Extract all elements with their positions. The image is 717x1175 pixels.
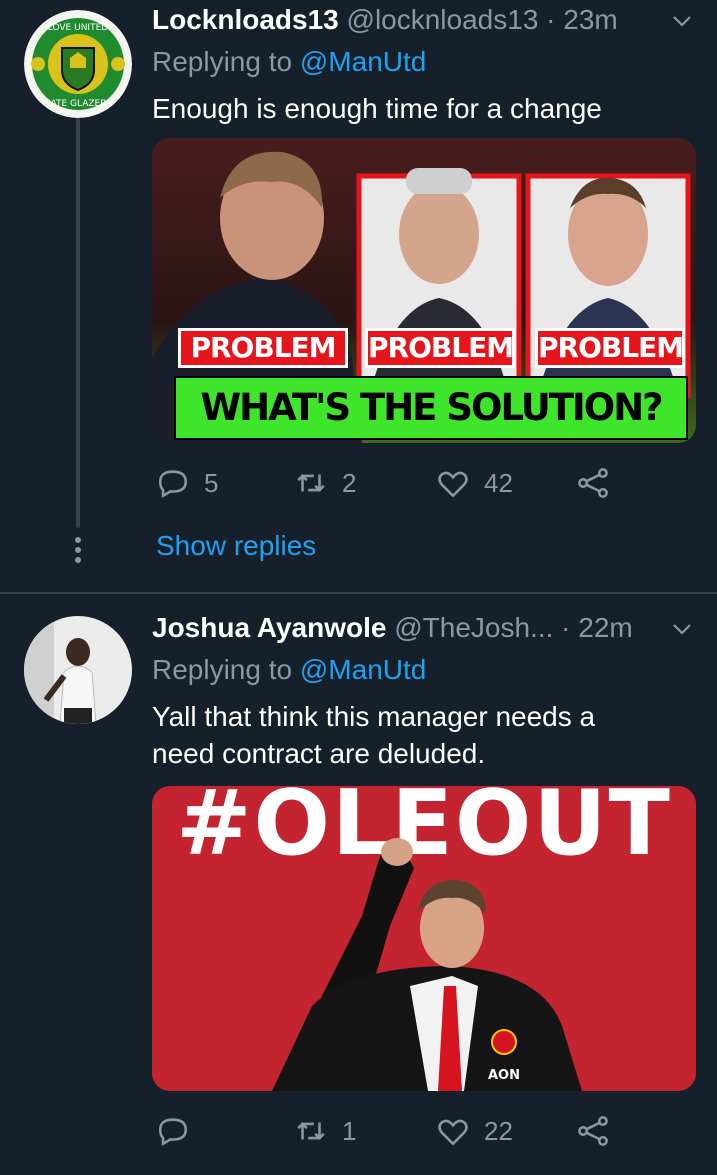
mention-link[interactable]: @ManUtd xyxy=(300,654,426,685)
tweet-header: Joshua Ayanwole @TheJosh... · 22m xyxy=(152,612,633,644)
sponsor-badge: AON xyxy=(488,1068,520,1083)
tweet-text: Enough is enough time for a change xyxy=(152,93,602,124)
like-count: 22 xyxy=(484,1115,513,1146)
retweet-icon xyxy=(297,474,325,492)
reply-button[interactable] xyxy=(156,1114,204,1148)
retweet-button[interactable]: 1 xyxy=(294,1114,356,1148)
tweet-actions: 5 2 42 xyxy=(152,466,672,506)
chevron-down-icon[interactable] xyxy=(671,618,693,640)
share-icon xyxy=(578,468,608,498)
tweet-actions: 1 22 xyxy=(152,1114,672,1154)
handle[interactable]: @TheJosh... xyxy=(394,612,553,643)
avatar[interactable] xyxy=(24,616,132,724)
tweet-image[interactable]: #OLEOUT AON xyxy=(152,786,696,1091)
share-button[interactable] xyxy=(576,466,624,500)
reply-icon xyxy=(158,470,188,499)
mention-link[interactable]: @ManUtd xyxy=(300,46,426,77)
tweet-text: Yall that think this manager needs a nee… xyxy=(152,701,596,769)
solution-label: WHAT'S THE SOLUTION? xyxy=(174,376,688,440)
like-button[interactable]: 22 xyxy=(436,1114,513,1148)
share-button[interactable] xyxy=(576,1114,624,1148)
timestamp[interactable]: · 22m xyxy=(561,612,633,643)
display-name[interactable]: Joshua Ayanwole xyxy=(152,612,386,643)
reply-button[interactable]: 5 xyxy=(156,466,218,500)
tweet-2[interactable]: Joshua Ayanwole @TheJosh... · 22m Replyi… xyxy=(0,594,717,1175)
retweet-button[interactable]: 2 xyxy=(294,466,356,500)
like-button[interactable]: 42 xyxy=(436,466,513,500)
tweet-1[interactable]: LOVE UNITED HATE GLAZERS Locknloads13 @l… xyxy=(0,0,717,592)
replying-to: Replying to @ManUtd xyxy=(152,46,426,78)
thread-line xyxy=(76,118,80,528)
retweet-count: 2 xyxy=(342,467,357,498)
thread-dots-icon xyxy=(74,537,82,567)
share-icon xyxy=(578,1116,608,1146)
avatar[interactable]: LOVE UNITED HATE GLAZERS xyxy=(24,10,132,118)
problem-label-2: PROBLEM xyxy=(365,328,515,368)
replying-to: Replying to @ManUtd xyxy=(152,654,426,686)
problem-label-3: PROBLEM xyxy=(535,328,685,368)
show-replies-link[interactable]: Show replies xyxy=(156,530,316,562)
heart-icon xyxy=(438,1119,468,1146)
retweet-icon xyxy=(297,1122,325,1140)
problem-label-1: PROBLEM xyxy=(178,328,348,368)
replying-to-prefix: Replying to xyxy=(152,654,293,685)
heart-icon xyxy=(438,471,468,498)
replying-to-prefix: Replying to xyxy=(152,46,293,77)
handle[interactable]: @locknloads13 xyxy=(347,4,539,35)
display-name[interactable]: Locknloads13 xyxy=(152,4,339,35)
timestamp[interactable]: · 23m xyxy=(546,4,618,35)
like-count: 42 xyxy=(484,467,513,498)
tweet-image[interactable]: PROBLEM PROBLEM PROBLEM WHAT'S THE SOLUT… xyxy=(152,138,696,443)
avatar-logo-text-top: LOVE UNITED xyxy=(48,23,108,33)
tweet-header: Locknloads13 @locknloads13 · 23m xyxy=(152,4,618,36)
avatar-logo-text-bottom: HATE GLAZERS xyxy=(44,99,113,109)
chevron-down-icon[interactable] xyxy=(671,10,693,32)
reply-icon xyxy=(158,1118,188,1147)
reply-count: 5 xyxy=(204,467,219,498)
retweet-count: 1 xyxy=(342,1115,357,1146)
